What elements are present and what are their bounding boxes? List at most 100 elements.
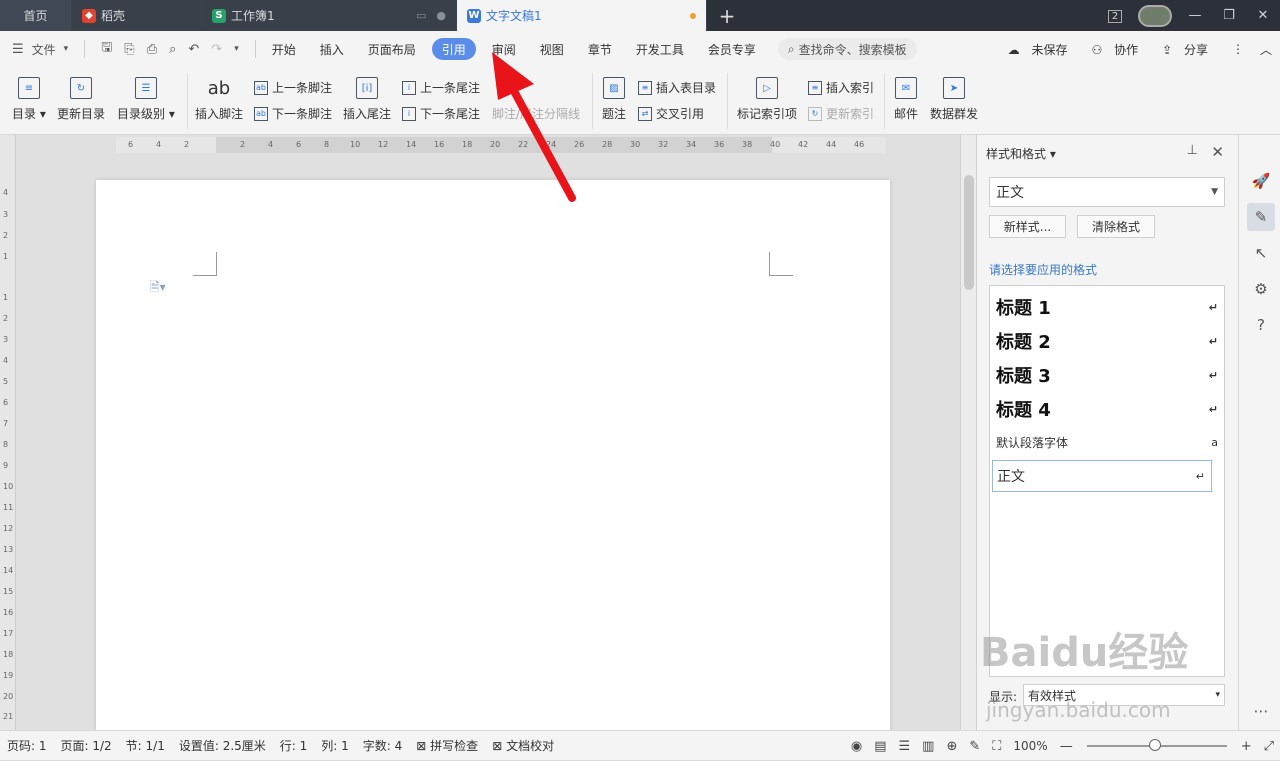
tab-member[interactable]: 会员专享: [696, 38, 768, 60]
vertical-ruler[interactable]: 4 3 2 1 1 2 3 4 5 6 7 8 9 10 11 12 13 14…: [0, 135, 16, 730]
style-default-font[interactable]: 默认段落字体 a: [996, 434, 1218, 451]
clear-format-button[interactable]: 清除格式: [1077, 215, 1155, 238]
page-count[interactable]: 页面: 1/2: [61, 737, 112, 754]
eye-icon[interactable]: ◉: [851, 739, 862, 754]
more-quick-icon[interactable]: ▾: [234, 44, 239, 54]
tab-home[interactable]: 首页: [0, 0, 72, 31]
caption-button[interactable]: ▨ 题注: [602, 77, 626, 122]
web-view-icon[interactable]: ⊕: [946, 739, 957, 754]
update-toc-button[interactable]: ↻ 更新目录: [57, 77, 105, 122]
style-brush-icon[interactable]: ✎: [1247, 203, 1275, 231]
mail-button[interactable]: ✉ 邮件: [894, 77, 918, 122]
insert-index-button[interactable]: ≡ 插入索引: [808, 79, 874, 96]
pen-icon[interactable]: ✎: [969, 739, 980, 754]
zoom-level[interactable]: 100%: [1013, 739, 1047, 753]
restore-button[interactable]: ❐: [1212, 8, 1246, 23]
export-icon[interactable]: ⎘: [124, 42, 134, 57]
reading-view-icon[interactable]: ▥: [922, 739, 934, 754]
select-pointer-icon[interactable]: ↖: [1247, 239, 1275, 267]
more-menu-icon[interactable]: ⋮: [1232, 42, 1244, 56]
tab-start[interactable]: 开始: [260, 38, 308, 60]
tab-view[interactable]: 视图: [528, 38, 576, 60]
collab-button[interactable]: ⚇ 协作: [1092, 41, 1147, 58]
horizontal-ruler[interactable]: 6 4 2 2 4 6 8 10 12 14 16 18 20 22 24 26…: [116, 137, 886, 153]
tab-workbook[interactable]: S 工作簿1 ▭ ●: [202, 0, 457, 31]
undo-icon[interactable]: ↶: [188, 42, 199, 57]
word-count[interactable]: 字数: 4: [363, 737, 403, 754]
collapse-ribbon-icon[interactable]: ︿: [1260, 41, 1272, 58]
monitor-icon[interactable]: ▭: [416, 9, 426, 22]
fullscreen-icon[interactable]: ⤢: [1264, 739, 1274, 754]
cross-reference-button[interactable]: ⇄ 交叉引用: [638, 105, 704, 122]
zoom-out-button[interactable]: —: [1060, 739, 1073, 754]
pin-icon[interactable]: ⊥: [1187, 143, 1198, 158]
section-count[interactable]: 节: 1/1: [126, 737, 165, 754]
style-body[interactable]: 正文 ↵: [992, 460, 1212, 492]
mail-merge-button[interactable]: ➤ 数据群发: [930, 77, 978, 122]
update-index-button[interactable]: ↻ 更新索引: [808, 105, 874, 122]
tab-review[interactable]: 审阅: [480, 38, 528, 60]
document-page[interactable]: 🗎▾: [96, 180, 890, 730]
print-icon[interactable]: ⎙: [147, 42, 157, 57]
close-button[interactable]: ✕: [1246, 8, 1280, 23]
tab-references[interactable]: 引用: [431, 38, 476, 60]
style-heading-3[interactable]: 标题 3 ↵: [996, 362, 1218, 388]
zoom-slider[interactable]: [1086, 739, 1227, 751]
zoom-slider-knob[interactable]: [1148, 739, 1161, 751]
tab-section[interactable]: 章节: [576, 38, 624, 60]
minimize-button[interactable]: —: [1178, 8, 1212, 23]
style-heading-4[interactable]: 标题 4 ↵: [996, 396, 1218, 422]
tab-docer[interactable]: ◆ 稻壳: [72, 0, 202, 31]
rocket-icon[interactable]: 🚀: [1247, 167, 1275, 195]
toc-button[interactable]: ≡ 目录 ▾: [12, 77, 46, 122]
col-indicator[interactable]: 列: 1: [321, 737, 349, 754]
outline-view-icon[interactable]: ☰: [899, 739, 911, 754]
command-search[interactable]: ⌕ 查找命令、搜索模板: [777, 38, 917, 60]
prev-footnote-button[interactable]: ab 上一条脚注: [254, 79, 332, 96]
toc-level-button[interactable]: ☰ 目录级别 ▾: [117, 77, 175, 122]
vertical-scrollbar[interactable]: [960, 135, 976, 730]
mark-index-button[interactable]: ▷ 标记索引项: [737, 77, 797, 122]
redo-icon[interactable]: ↷: [211, 42, 222, 57]
add-tab-button[interactable]: +: [707, 0, 747, 31]
setting-value[interactable]: 设置值: 2.5厘米: [179, 737, 266, 754]
tab-developer[interactable]: 开发工具: [624, 38, 696, 60]
prev-endnote-button[interactable]: i 上一条尾注: [402, 79, 480, 96]
fit-screen-icon[interactable]: ⛶: [992, 739, 1001, 754]
new-style-button[interactable]: 新样式...: [989, 215, 1066, 238]
close-icon[interactable]: ✕: [1211, 143, 1224, 161]
avatar[interactable]: [1138, 4, 1172, 27]
tab-insert[interactable]: 插入: [308, 38, 356, 60]
insert-footnote-button[interactable]: ab 插入脚注: [195, 77, 243, 122]
zoom-in-button[interactable]: +: [1241, 739, 1252, 754]
file-menu[interactable]: ☰ 文件 ▾: [0, 41, 80, 58]
spell-check-button[interactable]: ⊠ 拼写检查: [416, 737, 478, 754]
help-icon[interactable]: ?: [1247, 311, 1275, 339]
save-icon[interactable]: 🖫: [101, 38, 112, 60]
cloud-save-button[interactable]: ☁ 未保存: [1008, 41, 1076, 58]
close-dot-icon[interactable]: ●: [436, 9, 446, 22]
tab-document[interactable]: W 文字文稿1: [457, 0, 707, 31]
style-heading-1[interactable]: 标题 1 ↵: [996, 294, 1218, 320]
style-heading-2[interactable]: 标题 2 ↵: [996, 328, 1218, 354]
document-canvas[interactable]: 6 4 2 2 4 6 8 10 12 14 16 18 20 22 24 26…: [16, 135, 960, 730]
row-indicator[interactable]: 行: 1: [280, 737, 308, 754]
insert-endnote-button[interactable]: [i] 插入尾注: [343, 77, 391, 122]
page-view-icon[interactable]: ▤: [874, 739, 886, 754]
window-count-badge[interactable]: 2: [1098, 8, 1132, 23]
panel-title[interactable]: 样式和格式 ▾: [986, 145, 1056, 162]
next-endnote-button[interactable]: i 下一条尾注: [402, 105, 480, 122]
scrollbar-thumb[interactable]: [964, 175, 974, 290]
insert-table-toc-button[interactable]: ≡ 插入表目录: [638, 79, 716, 96]
next-footnote-button[interactable]: ab 下一条脚注: [254, 105, 332, 122]
footnote-separator-button[interactable]: 脚注/尾注分隔线: [492, 105, 580, 122]
preview-icon[interactable]: ⌕: [169, 42, 176, 57]
page-number[interactable]: 页码: 1: [7, 737, 47, 754]
settings-sliders-icon[interactable]: ⚙: [1247, 275, 1275, 303]
proofread-button[interactable]: ⊠ 文档校对: [492, 737, 554, 754]
tab-layout[interactable]: 页面布局: [356, 38, 428, 60]
current-style-select[interactable]: 正文 ▼: [989, 177, 1225, 207]
share-button[interactable]: ⇪ 分享: [1162, 41, 1216, 58]
more-icon[interactable]: ⋯: [1247, 697, 1275, 725]
paragraph-options-icon[interactable]: 🗎▾: [150, 278, 166, 299]
